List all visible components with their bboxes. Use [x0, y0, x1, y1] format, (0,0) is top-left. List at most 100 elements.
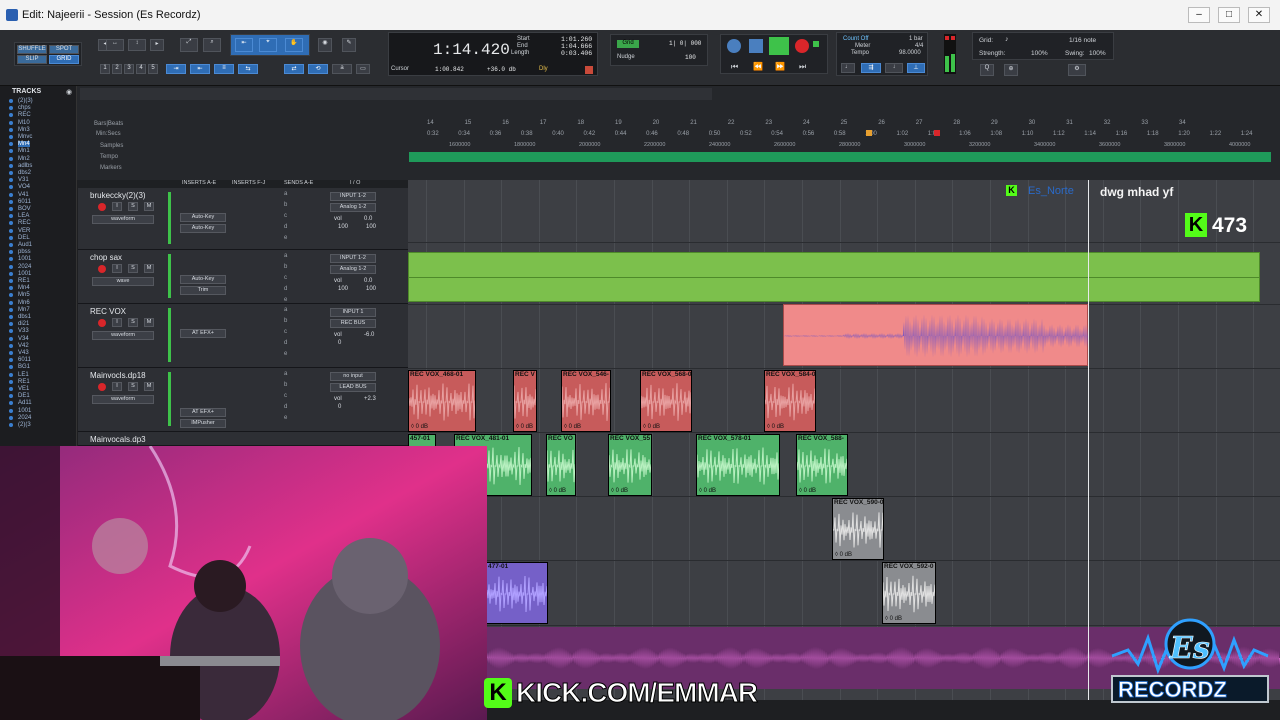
settings-gear-icon[interactable]: ⚙ — [1068, 64, 1086, 76]
track-list-dot-icon[interactable] — [9, 293, 13, 298]
track-list-dot-icon[interactable] — [9, 243, 13, 247]
track-list-item[interactable]: BOV — [18, 206, 31, 212]
track-list-item[interactable]: 6011 — [18, 357, 31, 363]
track-list-item[interactable]: Mn4 — [18, 141, 30, 148]
pan-left-value[interactable]: 0 — [338, 404, 341, 410]
track-list-dot-icon[interactable] — [9, 120, 13, 125]
track-list-item[interactable]: LEA — [18, 213, 29, 219]
track-list-item[interactable]: V41 — [18, 192, 29, 198]
track-list-item[interactable]: DE1 — [18, 393, 30, 399]
track-header-4[interactable]: Mainvocals.dp3 — [78, 432, 408, 446]
record-enable-icon[interactable] — [98, 319, 106, 327]
track-list-item[interactable]: Ad11 — [18, 400, 32, 406]
track-list-dot-icon[interactable] — [9, 142, 13, 147]
track-list-dot-icon[interactable] — [9, 149, 13, 154]
track-list-item[interactable]: Mn6 — [18, 300, 30, 306]
track-list-item[interactable]: Mn3 — [18, 127, 30, 133]
pan-left-value[interactable]: 100 — [338, 224, 348, 230]
track-list-item[interactable]: LE1 — [18, 372, 29, 378]
track-list-dot-icon[interactable] — [9, 423, 13, 427]
inserts-fj-header[interactable]: INSERTS F-J — [232, 180, 265, 186]
send-slot[interactable]: c — [284, 329, 287, 335]
zoom-horizontal-icon[interactable]: ↔ — [106, 39, 124, 51]
audio-clip[interactable]: REC VOX_568-0 ◊ 0 dB — [640, 370, 692, 432]
main-counter[interactable]: 1:14.420 — [433, 41, 510, 59]
track-list-dot-icon[interactable] — [9, 99, 13, 103]
track-list-item[interactable]: pbss — [18, 249, 31, 255]
track-name[interactable]: brukeccky(2)(3) — [90, 191, 146, 200]
track-header-3[interactable]: Mainvocls.dp18 I S Mwaveform AT EFX+ IMPusher… — [78, 368, 408, 432]
length-value[interactable]: 0:03.406 — [561, 50, 592, 57]
track-list-item[interactable]: REC — [18, 112, 31, 118]
track-list-dot-icon[interactable] — [9, 171, 13, 175]
track-list-dot-icon[interactable] — [9, 235, 13, 240]
zoom-preset-2[interactable]: 2 — [112, 64, 122, 74]
input-selector[interactable]: INPUT 1-2 — [330, 254, 376, 263]
track-list-dot-icon[interactable] — [9, 307, 13, 312]
track-list-item[interactable]: RE1 — [18, 379, 30, 385]
track-list-dot-icon[interactable] — [9, 351, 13, 355]
tab-to-transient-icon[interactable]: ⇆ — [238, 64, 258, 74]
track-name[interactable]: Mainvocls.dp18 — [90, 371, 146, 380]
audio-clip[interactable]: REC VOX_55 ◊ 0 dB — [608, 434, 652, 496]
audio-clip[interactable]: REC VOX_590-0 ◊ 0 dB — [832, 498, 884, 560]
grabber-tool-icon[interactable]: ✋ — [285, 38, 303, 52]
stop-icon[interactable] — [749, 39, 763, 53]
volume-value[interactable]: 0.0 — [364, 278, 372, 284]
ruler-icon[interactable]: ▭ — [356, 64, 370, 74]
strength-value[interactable]: 100% — [1031, 50, 1048, 57]
rewind-icon[interactable]: ⏪ — [753, 62, 763, 71]
track-list-item[interactable]: Mn7 — [18, 307, 30, 313]
grid-mode-button[interactable]: GRID — [49, 55, 79, 64]
playhead-cursor[interactable] — [1088, 180, 1089, 700]
input-selector[interactable]: INPUT 1 — [330, 308, 376, 317]
send-slot[interactable]: a — [284, 307, 287, 313]
send-slot[interactable]: c — [284, 275, 287, 281]
track-list-dot-icon[interactable] — [9, 394, 13, 399]
track-list-item[interactable]: chps — [18, 105, 31, 111]
insert-slot[interactable]: AT EFX+ — [180, 329, 226, 338]
send-slot[interactable]: e — [284, 235, 287, 241]
grid-note-value[interactable]: 1/16 note — [1069, 37, 1096, 44]
track-name[interactable]: REC VOX — [90, 307, 126, 316]
track-list-item[interactable]: dbs2 — [18, 170, 31, 176]
track-name[interactable]: Mainvocals.dp3 — [90, 435, 146, 444]
view-selector[interactable]: wave — [92, 277, 154, 286]
track-list-dot-icon[interactable] — [9, 315, 13, 319]
send-slot[interactable]: b — [284, 382, 287, 388]
track-list-item[interactable]: Mnvc — [18, 134, 32, 140]
track-list-dot-icon[interactable] — [9, 336, 13, 341]
track-list-dot-icon[interactable] — [9, 127, 13, 132]
track-header-1[interactable]: chop sax I S Mwave Auto-Key Trim INPUT 1-2 Anal… — [78, 250, 408, 304]
track-list-dot-icon[interactable] — [9, 387, 13, 391]
track-list-dot-icon[interactable] — [9, 286, 13, 291]
audio-clip[interactable]: REC VOX_592-0 ◊ 0 dB — [882, 562, 936, 624]
track-list-item[interactable]: Aud1 — [18, 242, 32, 248]
track-list-item[interactable]: VE1 — [18, 386, 29, 392]
fast-forward-icon[interactable]: ⏩ — [775, 62, 785, 71]
wait-note-icon[interactable]: ↓ — [885, 63, 903, 73]
volume-value[interactable]: +2.3 — [364, 396, 376, 402]
play-icon[interactable] — [769, 37, 789, 55]
send-slot[interactable]: a — [284, 191, 287, 197]
pan-right-value[interactable]: 100 — [366, 224, 376, 230]
end-value[interactable]: 1:04.666 — [561, 43, 592, 50]
send-slot[interactable]: a — [284, 371, 287, 377]
track-list-item[interactable]: V42 — [18, 343, 29, 349]
view-selector[interactable]: waveform — [92, 215, 154, 224]
track-list-dot-icon[interactable] — [9, 379, 13, 384]
tracks-list-menu-icon[interactable]: ◉ — [66, 88, 72, 96]
track-name[interactable]: chop sax — [90, 253, 122, 262]
universe-overview[interactable] — [80, 88, 712, 100]
rec-vox-recording-clip[interactable] — [783, 304, 1089, 366]
solo-button[interactable]: S — [128, 264, 138, 273]
send-slot[interactable]: c — [284, 213, 287, 219]
track-list-item[interactable]: Mn2 — [18, 156, 30, 162]
record-enable-icon[interactable] — [98, 265, 106, 273]
send-slot[interactable]: e — [284, 415, 287, 421]
view-selector[interactable]: waveform — [92, 395, 154, 404]
track-list-item[interactable]: dbs1 — [18, 314, 31, 320]
send-slot[interactable]: e — [284, 351, 287, 357]
input-monitor-icon[interactable]: I — [112, 264, 122, 273]
track-list-dot-icon[interactable] — [9, 365, 13, 370]
